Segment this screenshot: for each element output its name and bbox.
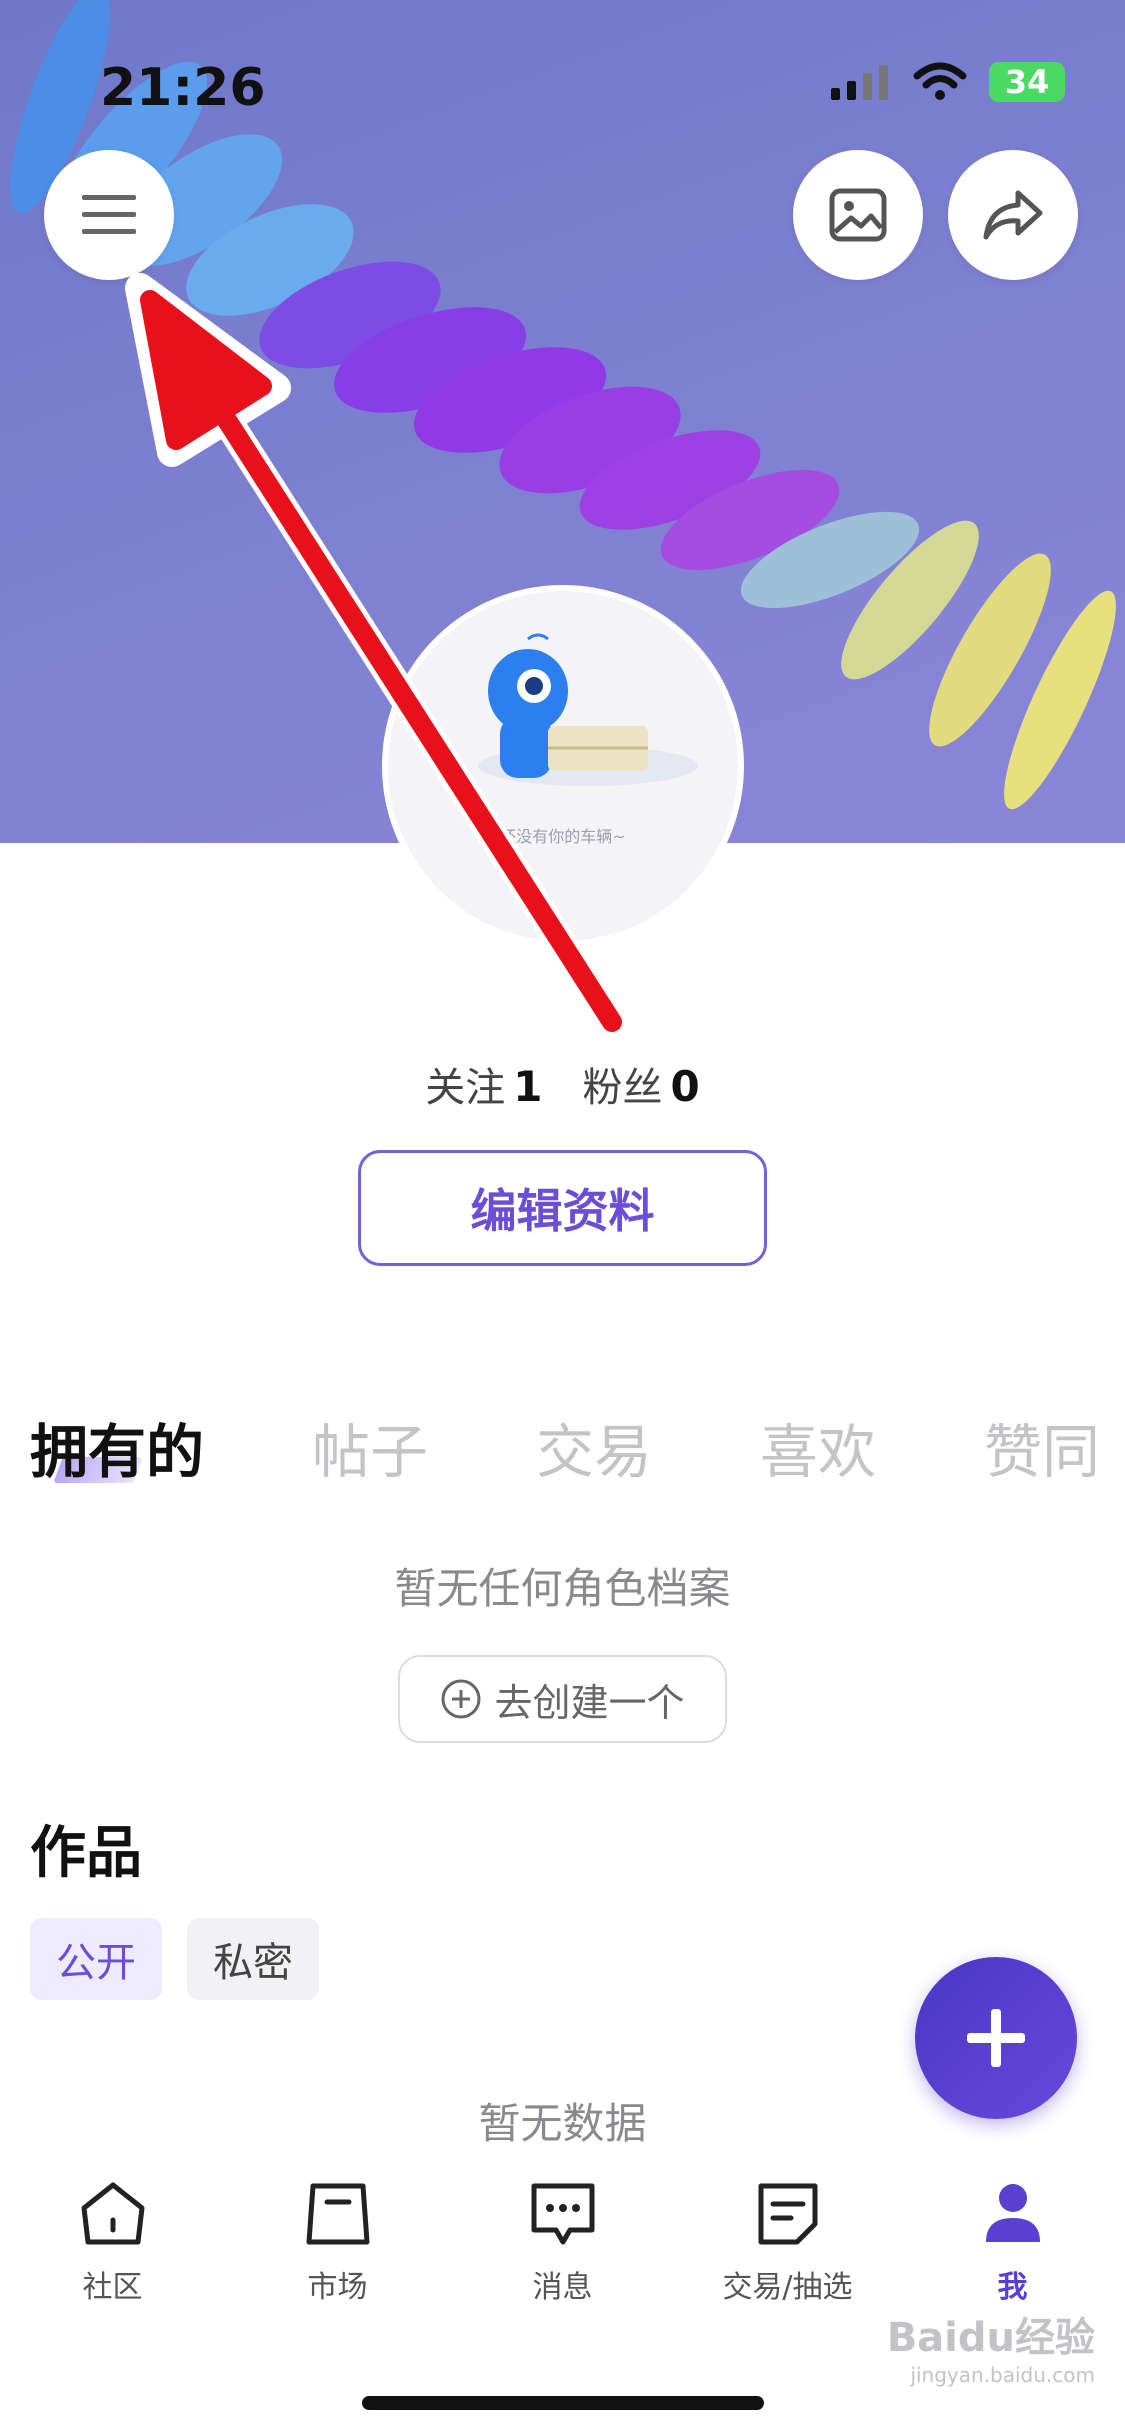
- tabbar-label-messages: 消息: [532, 2270, 593, 2305]
- tabbar-label-trade: 交易/抽选: [722, 2270, 853, 2305]
- create-role-button[interactable]: 去创建一个: [398, 1655, 727, 1743]
- works-title: 作品: [30, 1821, 142, 1886]
- create-role-label: 去创建一个: [494, 1680, 685, 1725]
- home-indicator[interactable]: [362, 2396, 764, 2410]
- following-stat[interactable]: 关注 1: [425, 1062, 543, 1111]
- chip-private[interactable]: 私密: [187, 1918, 319, 2000]
- follow-stats: 关注 1 粉丝 0: [0, 1055, 1125, 1113]
- chip-public[interactable]: 公开: [30, 1918, 162, 2000]
- signal-icon: [831, 65, 888, 100]
- market-icon: [306, 2183, 369, 2245]
- tabbar-item-trade[interactable]: 交易/抽选: [675, 2180, 900, 2330]
- followers-label: 粉丝: [582, 1065, 663, 1111]
- roles-empty-text: 暂无任何角色档案: [394, 1564, 731, 1613]
- avatar-caption: 还没有你的车辆~: [500, 827, 626, 846]
- tabbar-item-community[interactable]: 社区: [0, 2180, 225, 2330]
- image-icon: [829, 188, 887, 242]
- following-label: 关注: [425, 1065, 506, 1111]
- profile-tabs: 拥有的 帖子 交易 喜欢 赞同: [30, 1405, 1100, 1489]
- share-button[interactable]: [948, 150, 1078, 280]
- status-icons: 34: [831, 62, 1065, 102]
- followers-stat[interactable]: 粉丝 0: [582, 1062, 700, 1111]
- tabbar-label-me: 我: [997, 2270, 1028, 2305]
- robot-illustration-icon: [478, 633, 698, 786]
- share-icon: [983, 190, 1043, 240]
- tabbar-label-community: 社区: [82, 2270, 143, 2305]
- status-time: 21:26: [100, 58, 266, 118]
- battery-indicator: 34: [989, 62, 1065, 102]
- create-post-fab[interactable]: [915, 1957, 1077, 2119]
- tabbar-label-market: 市场: [307, 2270, 368, 2305]
- battery-level: 34: [1004, 63, 1050, 101]
- tab-likes[interactable]: 喜欢: [760, 1405, 876, 1489]
- profile-icon: [985, 2184, 1040, 2242]
- watermark-url: jingyan.baidu.com: [910, 2363, 1095, 2387]
- tab-owned[interactable]: 拥有的: [30, 1405, 204, 1489]
- plus-circle-icon: [441, 1679, 481, 1719]
- edit-profile-button[interactable]: 编辑资料: [358, 1150, 767, 1266]
- tabbar-item-messages[interactable]: 消息: [450, 2180, 675, 2330]
- followers-count: 0: [670, 1062, 700, 1111]
- tabbar-item-market[interactable]: 市场: [225, 2180, 450, 2330]
- message-icon: [531, 2183, 594, 2245]
- baidu-watermark: Baidu经验 jingyan.baidu.com: [887, 2305, 1095, 2387]
- tab-approvals[interactable]: 赞同: [984, 1405, 1100, 1489]
- hamburger-icon: [82, 195, 136, 234]
- change-cover-button[interactable]: [793, 150, 923, 280]
- plus-icon: [967, 2009, 1025, 2067]
- tab-trades[interactable]: 交易: [536, 1405, 652, 1489]
- tab-posts[interactable]: 帖子: [312, 1405, 428, 1489]
- watermark-brand: Baidu经验: [886, 2315, 1095, 2361]
- wifi-icon: [913, 62, 967, 100]
- menu-button[interactable]: [44, 150, 174, 280]
- following-count: 1: [513, 1062, 543, 1111]
- avatar[interactable]: 还没有你的车辆~: [382, 585, 744, 947]
- trade-icon: [758, 2183, 817, 2245]
- home-icon: [81, 2182, 144, 2245]
